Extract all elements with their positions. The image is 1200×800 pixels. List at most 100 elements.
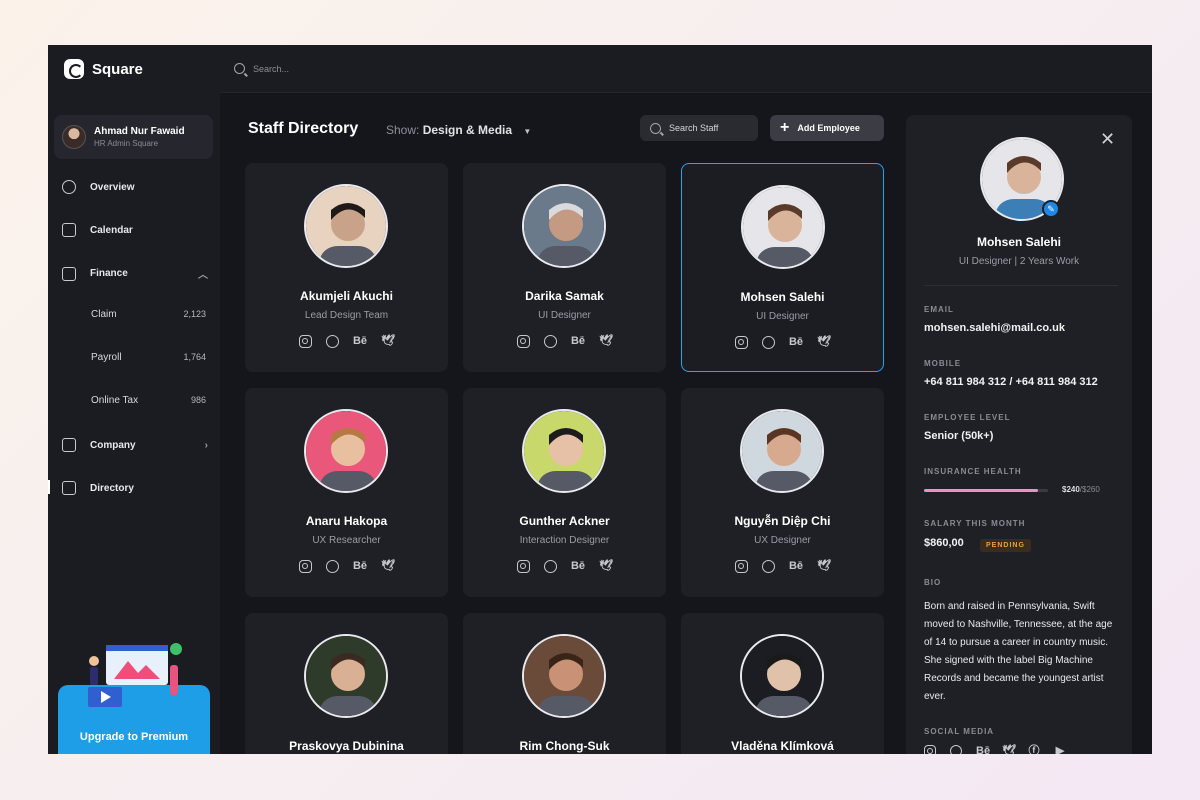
behance-icon[interactable]: Bē [789, 336, 803, 349]
staff-card[interactable]: Mohsen Salehi UI Designer Bē 🕊 [681, 163, 884, 372]
twitter-icon[interactable]: 🕊 [381, 560, 395, 573]
staff-card[interactable]: Praskovya DubininaBē🕊 [245, 613, 448, 754]
twitter-icon[interactable]: 🕊 [817, 560, 831, 573]
sidebar-item-label: Calendar [90, 224, 133, 236]
portrait-icon [524, 636, 604, 716]
staff-role: UX Designer [754, 535, 811, 546]
search-staff-button[interactable]: Search Staff [640, 115, 758, 141]
staff-card[interactable]: Gunther Ackner Interaction Designer Bē 🕊 [463, 388, 666, 597]
subitem-label: Claim [91, 309, 117, 320]
staff-socials: Bē 🕊 [463, 335, 666, 348]
staff-card[interactable]: Anaru Hakopa UX Researcher Bē 🕊 [245, 388, 448, 597]
dribbble-icon[interactable] [761, 560, 775, 573]
caret-down-icon: ▼ [523, 127, 532, 136]
search-staff-label: Search Staff [669, 123, 719, 133]
staff-role: Interaction Designer [519, 535, 610, 546]
instagram-icon[interactable] [734, 336, 748, 349]
dribbble-icon[interactable] [325, 335, 339, 348]
sidebar-item-finance[interactable]: Finance ︿ [62, 266, 208, 281]
email-label: EMAIL [924, 305, 954, 314]
portrait-icon [742, 411, 822, 491]
sidebar-item-calendar[interactable]: Calendar [62, 223, 208, 237]
add-employee-label: Add Employee [797, 123, 860, 133]
sidebar-item-label: Overview [90, 181, 135, 193]
logo[interactable]: Square [64, 59, 143, 79]
insurance-value: $240/$260 [1062, 485, 1100, 494]
sidebar-item-overview[interactable]: Overview [62, 180, 208, 194]
dribbble-icon[interactable] [761, 336, 775, 349]
sidebar: Square Ahmad Nur Fawaid HR Admin Square … [48, 45, 220, 754]
sidebar-subitem-online-tax[interactable]: Online Tax 986 [91, 395, 206, 406]
add-employee-button[interactable]: + Add Employee [770, 115, 884, 141]
staff-name: Praskovya Dubinina [289, 739, 404, 753]
calendar-icon [62, 223, 76, 237]
staff-card[interactable]: Akumjeli Akuchi Lead Design Team Bē 🕊 [245, 163, 448, 372]
premium-illustration-icon [88, 643, 182, 707]
detail-socials: Bē 🕊 ⓕ ▶ [924, 745, 1066, 754]
edit-icon[interactable]: ✎ [1042, 200, 1060, 218]
twitter-icon[interactable]: 🕊 [1002, 745, 1016, 754]
close-icon[interactable]: ✕ [1100, 129, 1115, 150]
sidebar-item-directory[interactable]: Directory [62, 481, 208, 495]
app-window: Square Ahmad Nur Fawaid HR Admin Square … [48, 45, 1152, 754]
show-filter[interactable]: Show: Design & Media ▼ [386, 123, 531, 137]
staff-socials: Bē 🕊 [245, 335, 448, 348]
twitter-icon[interactable]: 🕊 [381, 335, 395, 348]
portrait-icon [524, 186, 604, 266]
instagram-icon[interactable] [516, 335, 530, 348]
portrait-icon [743, 187, 823, 267]
search-icon [234, 63, 245, 74]
facebook-icon[interactable]: ⓕ [1028, 745, 1040, 754]
instagram-icon[interactable] [516, 560, 530, 573]
search-icon [650, 122, 661, 134]
sidebar-item-company[interactable]: Company › [62, 438, 208, 452]
twitter-icon[interactable]: 🕊 [599, 560, 613, 573]
behance-icon[interactable]: Bē [789, 560, 803, 573]
salary-value: $860,00 [924, 537, 964, 549]
staff-photo [740, 409, 824, 493]
twitter-icon[interactable]: 🕊 [817, 336, 831, 349]
staff-role: Lead Design Team [304, 310, 389, 321]
search-input[interactable]: Search... [253, 64, 289, 74]
staff-card[interactable]: Vladěna KlímkováBē🕊 [681, 613, 884, 754]
staff-card[interactable]: Nguyễn Diệp Chi UX Designer Bē 🕊 [681, 388, 884, 597]
instagram-icon[interactable] [298, 335, 312, 348]
staff-name: Nguyễn Diệp Chi [734, 514, 831, 528]
avatar [62, 125, 86, 149]
directory-icon [62, 481, 76, 495]
upgrade-label: Upgrade to Premium [79, 731, 189, 743]
plus-icon: + [780, 119, 790, 136]
instagram-icon[interactable] [298, 560, 312, 573]
staff-name: Rim Chong-Suk [519, 739, 610, 753]
youtube-icon[interactable]: ▶ [1054, 745, 1066, 754]
dribbble-icon[interactable] [543, 335, 557, 348]
active-indicator [48, 480, 50, 494]
dribbble-icon[interactable] [325, 560, 339, 573]
behance-icon[interactable]: Bē [353, 560, 367, 573]
employee-name: Mohsen Salehi [976, 235, 1062, 249]
behance-icon[interactable]: Bē [976, 745, 990, 754]
staff-card[interactable]: Rim Chong-SukBē🕊 [463, 613, 666, 754]
sidebar-subitem-claim[interactable]: Claim 2,123 [91, 309, 206, 320]
instagram-icon[interactable] [924, 745, 936, 754]
email-value[interactable]: mohsen.salehi@mail.co.uk [924, 322, 1065, 334]
portrait-icon [742, 636, 822, 716]
behance-icon[interactable]: Bē [353, 335, 367, 348]
user-card[interactable]: Ahmad Nur Fawaid HR Admin Square [54, 115, 213, 159]
insurance-progress-fill [924, 489, 1039, 492]
chevron-up-icon: ︿ [198, 270, 208, 281]
instagram-icon[interactable] [734, 560, 748, 573]
dribbble-icon[interactable] [543, 560, 557, 573]
dribbble-icon[interactable] [950, 745, 962, 754]
twitter-icon[interactable]: 🕊 [599, 335, 613, 348]
salary-label: SALARY THIS MONTH [924, 519, 1026, 528]
sidebar-subitem-payroll[interactable]: Payroll 1,764 [91, 352, 206, 363]
staff-card[interactable]: Darika Samak UI Designer Bē 🕊 [463, 163, 666, 372]
behance-icon[interactable]: Bē [571, 335, 585, 348]
sidebar-item-label: Company [90, 439, 136, 451]
staff-name: Gunther Ackner [519, 514, 610, 528]
behance-icon[interactable]: Bē [571, 560, 585, 573]
insurance-total: /$260 [1079, 485, 1100, 494]
staff-photo [741, 185, 825, 269]
global-search[interactable]: Search... [234, 63, 289, 74]
